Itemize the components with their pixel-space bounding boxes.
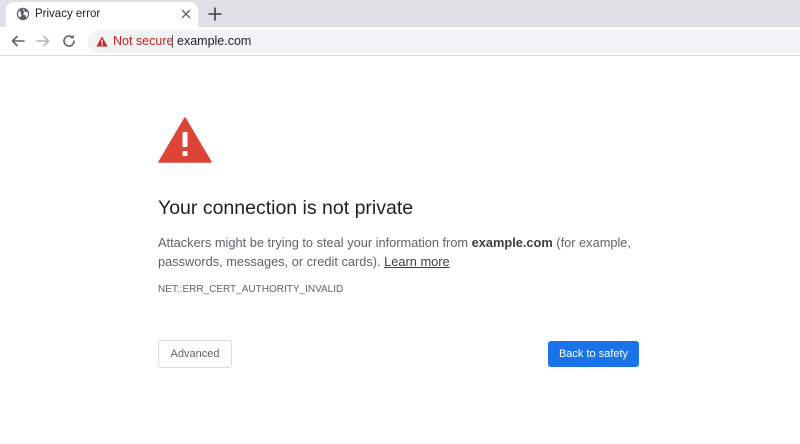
url-text[interactable]: example.com xyxy=(177,34,251,49)
tab-strip: Privacy error xyxy=(0,0,800,27)
close-icon[interactable] xyxy=(180,8,192,20)
browser-toolbar: Not secure example.com xyxy=(0,27,800,56)
omnibox-divider xyxy=(172,35,173,48)
explanation-domain: example.com xyxy=(471,235,553,250)
security-status-label[interactable]: Not secure xyxy=(113,34,173,49)
explanation-prefix: Attackers might be trying to steal your … xyxy=(158,235,472,250)
address-bar[interactable]: Not secure example.com xyxy=(88,30,800,53)
learn-more-link[interactable]: Learn more xyxy=(384,254,449,269)
advanced-button[interactable]: Advanced xyxy=(158,340,232,368)
tab-privacy-error[interactable]: Privacy error xyxy=(6,2,198,27)
explanation-text: Attackers might be trying to steal your … xyxy=(158,233,638,271)
tab-title: Privacy error xyxy=(35,8,101,20)
warning-triangle-icon[interactable] xyxy=(96,36,108,47)
reload-icon[interactable] xyxy=(61,33,77,49)
warning-triangle-icon xyxy=(158,117,212,163)
back-to-safety-button[interactable]: Back to safety xyxy=(548,341,639,367)
arrow-left-icon[interactable] xyxy=(10,33,26,49)
plus-icon[interactable] xyxy=(206,5,224,23)
arrow-right-icon[interactable] xyxy=(35,33,51,49)
error-code: NET::ERR_CERT_AUTHORITY_INVALID xyxy=(158,284,344,295)
globe-icon xyxy=(16,7,30,21)
page-title: Your connection is not private xyxy=(158,197,414,219)
